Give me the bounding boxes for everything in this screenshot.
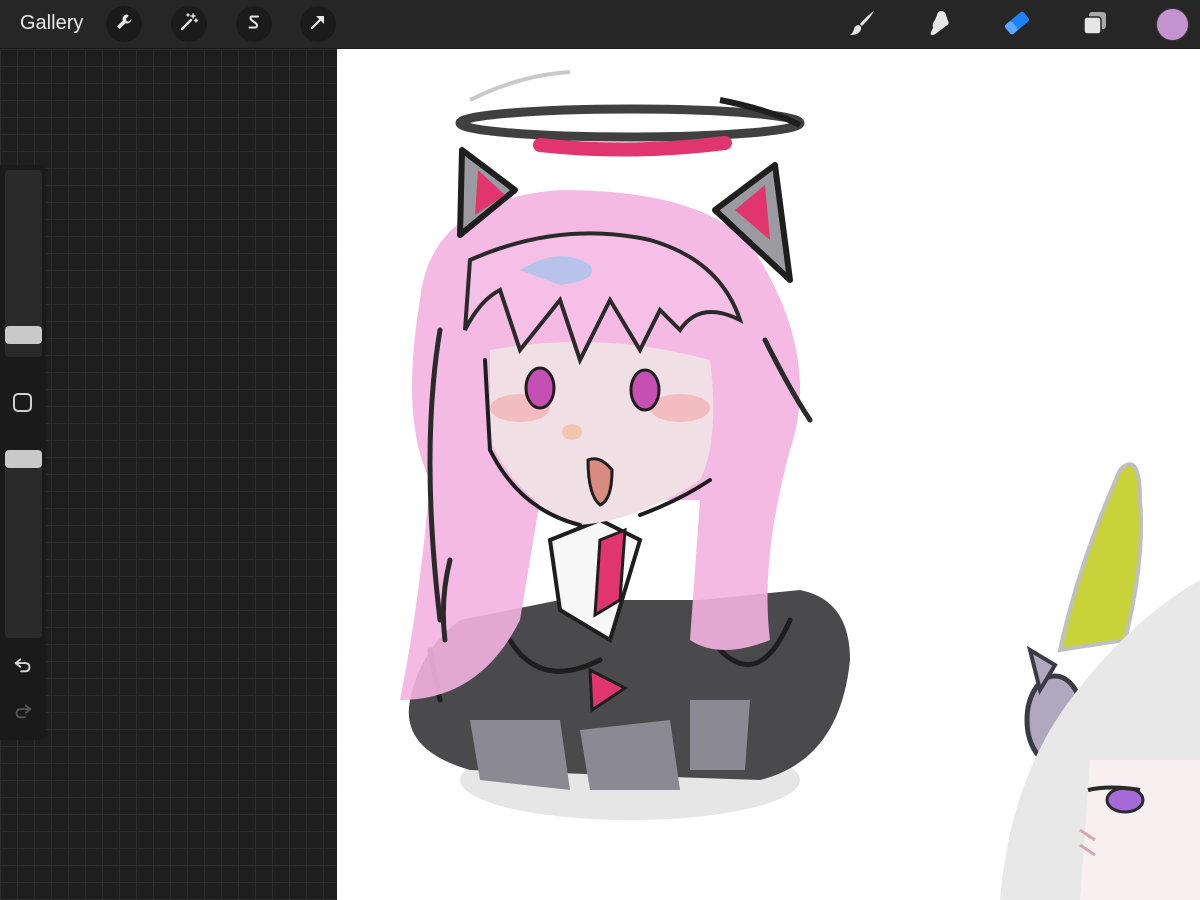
smudge-tool-button[interactable] [922, 8, 956, 42]
selection-icon [244, 12, 264, 37]
selection-button[interactable] [236, 6, 272, 42]
undo-button[interactable] [10, 653, 36, 679]
left-sidebar [0, 165, 46, 740]
color-picker-button[interactable] [1157, 9, 1188, 40]
gallery-button[interactable]: Gallery [20, 12, 83, 35]
magic-wand-icon [179, 12, 199, 37]
brush-icon [847, 8, 877, 43]
wrench-icon [114, 12, 134, 37]
workspace-background [0, 49, 337, 900]
opacity-slider-thumb[interactable] [5, 450, 42, 468]
transform-arrow-icon [308, 12, 328, 37]
halo-drawing [455, 70, 805, 157]
redo-button[interactable] [10, 699, 36, 725]
modify-button[interactable] [13, 393, 32, 412]
adjustments-button[interactable] [171, 6, 207, 42]
eraser-icon [1002, 8, 1032, 43]
second-character-drawing [1000, 462, 1200, 900]
opacity-slider[interactable] [5, 450, 42, 638]
actions-button[interactable] [106, 6, 142, 42]
brush-size-slider-thumb[interactable] [5, 326, 42, 344]
paint-tool-button[interactable] [845, 8, 879, 42]
layers-button[interactable] [1078, 8, 1112, 42]
top-toolbar: Gallery [0, 0, 1200, 49]
artwork [400, 70, 1200, 900]
smudge-icon [924, 8, 954, 43]
redo-icon [12, 699, 34, 726]
transform-button[interactable] [300, 6, 336, 42]
erase-tool-button[interactable] [1000, 8, 1034, 42]
drawing-canvas[interactable] [337, 49, 1200, 900]
layers-icon [1080, 8, 1110, 43]
undo-icon [12, 653, 34, 680]
